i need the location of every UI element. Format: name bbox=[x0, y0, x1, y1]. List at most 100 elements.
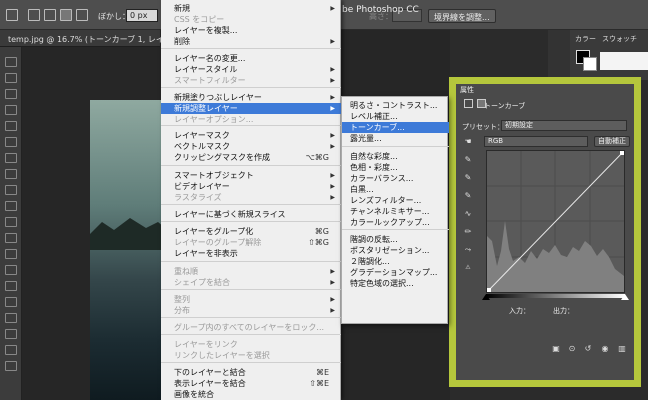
submenu-item[interactable]: レベル補正... bbox=[342, 111, 449, 122]
layer-menu-item[interactable]: レイヤーを複製... bbox=[161, 25, 341, 36]
type-tool-icon[interactable] bbox=[5, 297, 17, 307]
layer-menu-item[interactable]: クリッピングマスクを作成 ⌥⌘G bbox=[161, 152, 341, 163]
submenu-item[interactable]: 色相・彩度... bbox=[342, 162, 449, 173]
submenu-item[interactable]: 特定色域の選択... bbox=[342, 278, 449, 289]
trash-icon[interactable]: ▥ bbox=[617, 344, 627, 353]
new-selection-icon[interactable] bbox=[28, 9, 40, 21]
white-point-handle[interactable] bbox=[620, 151, 624, 155]
layer-menu-item[interactable]: 削除 ▶ bbox=[161, 36, 341, 47]
menu-item-label: レイヤースタイル bbox=[174, 65, 238, 74]
layer-menu-item: 重ね順 ▶ bbox=[161, 266, 341, 277]
refine-edge-button[interactable]: 境界線を調整... bbox=[428, 9, 496, 23]
channel-select[interactable]: RGB bbox=[484, 136, 588, 147]
submenu-item[interactable]: チャンネルミキサー... bbox=[342, 206, 449, 217]
submenu-item[interactable]: 露光量... bbox=[342, 133, 449, 144]
feather-input[interactable]: 0 px bbox=[126, 9, 158, 22]
submenu-item[interactable]: 明るさ・コントラスト... bbox=[342, 100, 449, 111]
submenu-item[interactable]: 白黒... bbox=[342, 184, 449, 195]
clip-to-layer-icon[interactable]: ▣ bbox=[551, 344, 561, 353]
history-brush-tool-icon[interactable] bbox=[5, 201, 17, 211]
menu-separator bbox=[161, 87, 341, 88]
layer-menu-item[interactable]: 新規 ▶ bbox=[161, 3, 341, 14]
submenu-item[interactable]: カラールックアップ... bbox=[342, 217, 449, 228]
eyedropper-tool-icon[interactable] bbox=[5, 137, 17, 147]
curves-graph[interactable] bbox=[486, 150, 625, 293]
submenu-item[interactable]: グラデーションマップ... bbox=[342, 267, 449, 278]
visibility-icon[interactable]: ◉ bbox=[600, 344, 610, 353]
tab-swatches[interactable]: スウォッチ bbox=[602, 34, 637, 44]
quick-select-tool-icon[interactable] bbox=[5, 105, 17, 115]
layer-menu-item[interactable]: 新規調整レイヤー ▶ bbox=[161, 103, 341, 114]
gradient-tool-icon[interactable] bbox=[5, 233, 17, 243]
submenu-arrow-icon: ▶ bbox=[330, 307, 335, 314]
curve-edit-icon[interactable]: ∿ bbox=[463, 209, 473, 219]
layer-menu-item[interactable]: 表示レイヤーを結合 ⇧⌘E bbox=[161, 378, 341, 389]
pencil-draw-icon[interactable]: ✏ bbox=[463, 227, 473, 237]
layer-menu-item[interactable]: ビデオレイヤー ▶ bbox=[161, 181, 341, 192]
color-spectrum[interactable] bbox=[600, 52, 648, 70]
preset-select[interactable]: 初期設定 bbox=[501, 120, 627, 131]
layer-menu-item[interactable]: スマートオブジェクト ▶ bbox=[161, 170, 341, 181]
layer-menu-item[interactable]: 新規塗りつぶしレイヤー ▶ bbox=[161, 92, 341, 103]
submenu-arrow-icon: ▶ bbox=[330, 66, 335, 73]
crop-tool-icon[interactable] bbox=[5, 121, 17, 131]
healing-tool-icon[interactable] bbox=[5, 153, 17, 163]
view-previous-icon[interactable]: ⊙ bbox=[567, 344, 577, 353]
add-selection-icon[interactable] bbox=[44, 9, 56, 21]
lasso-tool-icon[interactable] bbox=[5, 89, 17, 99]
white-point-eyedropper-icon[interactable]: ✎ bbox=[463, 191, 473, 201]
layer-menu-item[interactable]: レイヤーマスク ▶ bbox=[161, 130, 341, 141]
layer-menu-item: レイヤーのグループ解除 ⇧⌘G bbox=[161, 237, 341, 248]
path-select-tool-icon[interactable] bbox=[5, 313, 17, 323]
layer-mask-icon[interactable] bbox=[477, 99, 486, 108]
output-label: 出力： bbox=[553, 307, 574, 315]
zoom-tool-icon[interactable] bbox=[5, 361, 17, 371]
layer-menu-item[interactable]: レイヤースタイル ▶ bbox=[161, 64, 341, 75]
layer-menu-item[interactable]: レイヤー名の変更... bbox=[161, 53, 341, 64]
black-point-handle[interactable] bbox=[487, 288, 491, 292]
black-point-eyedropper-icon[interactable]: ✎ bbox=[463, 155, 473, 165]
pen-tool-icon[interactable] bbox=[5, 281, 17, 291]
white-slider-icon[interactable] bbox=[621, 294, 629, 300]
submenu-item[interactable]: ２階調化... bbox=[342, 256, 449, 267]
menu-separator bbox=[161, 261, 341, 262]
brush-tool-icon[interactable] bbox=[5, 169, 17, 179]
layer-menu-item[interactable]: 下のレイヤーと結合 ⌘E bbox=[161, 367, 341, 378]
menu-item-label: レイヤーを非表示 bbox=[174, 249, 238, 258]
layer-menu-item[interactable]: レイヤーを非表示 bbox=[161, 248, 341, 259]
submenu-item[interactable]: レンズフィルター... bbox=[342, 195, 449, 206]
tab-color[interactable]: カラー bbox=[575, 34, 596, 44]
clipping-warning-icon[interactable]: ⚠ bbox=[463, 263, 473, 273]
tool-preset-icon[interactable] bbox=[6, 9, 18, 21]
intersect-selection-icon[interactable] bbox=[76, 9, 88, 21]
eraser-tool-icon[interactable] bbox=[5, 217, 17, 227]
submenu-item[interactable]: カラーバランス... bbox=[342, 173, 449, 184]
gray-point-eyedropper-icon[interactable]: ✎ bbox=[463, 173, 473, 183]
stamp-tool-icon[interactable] bbox=[5, 185, 17, 195]
subtract-selection-icon[interactable] bbox=[60, 9, 72, 21]
marquee-tool-icon[interactable] bbox=[5, 73, 17, 83]
smooth-icon[interactable]: ⤳ bbox=[463, 245, 473, 255]
shape-tool-icon[interactable] bbox=[5, 329, 17, 339]
submenu-item[interactable]: ポスタリゼーション... bbox=[342, 245, 449, 256]
black-slider-icon[interactable] bbox=[482, 294, 490, 300]
submenu-item[interactable]: トーンカーブ... bbox=[342, 122, 449, 133]
move-tool-icon[interactable] bbox=[5, 57, 17, 67]
layer-menu-item[interactable]: レイヤーに基づく新規スライス bbox=[161, 209, 341, 220]
layer-menu-item[interactable]: 画像を統合 bbox=[161, 389, 341, 400]
menu-separator bbox=[161, 317, 341, 318]
blur-tool-icon[interactable] bbox=[5, 249, 17, 259]
submenu-item[interactable]: 階調の反転... bbox=[342, 234, 449, 245]
auto-button[interactable]: 自動補正 bbox=[594, 136, 630, 147]
reset-icon[interactable]: ↺ bbox=[583, 344, 593, 353]
menu-separator bbox=[161, 221, 341, 222]
hand-tool-icon[interactable] bbox=[5, 345, 17, 355]
menu-item-label: レイヤーに基づく新規スライス bbox=[174, 210, 286, 219]
submenu-item[interactable]: 自然な彩度... bbox=[342, 151, 449, 162]
background-color-swatch[interactable] bbox=[583, 57, 597, 71]
dodge-tool-icon[interactable] bbox=[5, 265, 17, 275]
layer-menu-item[interactable]: ベクトルマスク ▶ bbox=[161, 141, 341, 152]
layer-menu-item[interactable]: レイヤーをグループ化 ⌘G bbox=[161, 226, 341, 237]
on-image-adjust-icon[interactable]: ☚ bbox=[463, 137, 473, 147]
document-tab[interactable]: temp.jpg @ 16.7% (トーンカーブ 1, レイヤーマ bbox=[0, 30, 188, 47]
